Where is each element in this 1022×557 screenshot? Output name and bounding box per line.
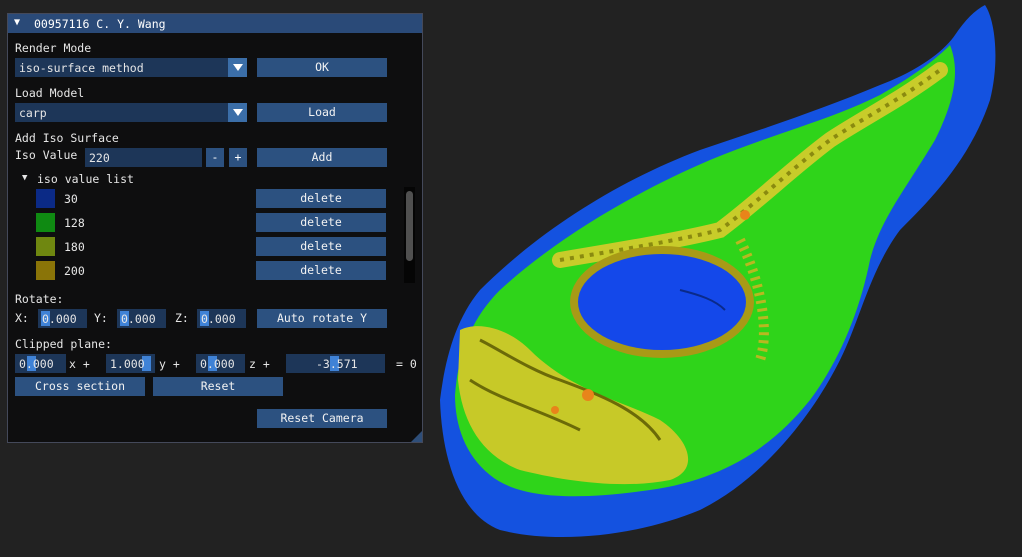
clip-b-value: 1.000 (110, 357, 145, 371)
reset-button[interactable]: Reset (153, 377, 283, 396)
iso-list-value: 30 (64, 192, 78, 206)
clip-c-value: 0.000 (200, 357, 235, 371)
clip-a-input[interactable]: 0.000 (15, 354, 66, 373)
iso-value-text: 220 (89, 151, 110, 165)
clip-y-term: y + (159, 357, 180, 371)
chevron-down-icon[interactable] (228, 103, 247, 122)
model-select[interactable]: carp (15, 103, 247, 122)
add-iso-surface-label: Add Iso Surface (15, 131, 119, 145)
rotate-y-value: 0.000 (121, 312, 156, 326)
orange-spot-2 (551, 406, 559, 414)
rotate-z-input[interactable]: 0.000 (197, 309, 246, 328)
collapse-triangle-icon[interactable]: ▼ (14, 17, 20, 28)
delete-button[interactable]: delete (256, 237, 386, 256)
clip-d-value: -3.571 (316, 357, 358, 371)
tree-expand-icon[interactable]: ▼ (22, 173, 27, 183)
load-button[interactable]: Load (257, 103, 387, 122)
clip-c-input[interactable]: 0.000 (196, 354, 245, 373)
iso-list-header[interactable]: iso value list (37, 172, 134, 186)
auto-rotate-y-button[interactable]: Auto rotate Y (257, 309, 387, 328)
ok-button[interactable]: OK (257, 58, 387, 77)
clip-z-term: z + (249, 357, 270, 371)
model-select-value: carp (19, 106, 47, 120)
rotate-x-label: X: (15, 311, 29, 325)
iso-color-swatch[interactable] (36, 261, 55, 280)
iso-color-swatch[interactable] (36, 213, 55, 232)
iso-decrement-button[interactable]: - (206, 148, 224, 167)
render-mode-value: iso-surface method (19, 61, 144, 75)
rotate-z-label: Z: (175, 311, 189, 325)
chevron-down-icon[interactable] (228, 58, 247, 77)
rotate-x-value: 0.000 (42, 312, 77, 326)
clipped-plane-label: Clipped plane: (15, 337, 112, 351)
control-panel-window: ▼ 00957116 C. Y. Wang Render Mode iso-su… (7, 13, 423, 443)
render-mode-select[interactable]: iso-surface method (15, 58, 247, 77)
iso-increment-button[interactable]: + (229, 148, 247, 167)
rotate-y-input[interactable]: 0.000 (117, 309, 166, 328)
resize-grip-icon[interactable] (411, 431, 422, 442)
render-mode-label: Render Mode (15, 41, 92, 55)
delete-button[interactable]: delete (256, 261, 386, 280)
clip-equals-zero: = 0 (396, 357, 417, 371)
iso-list-value: 128 (64, 216, 85, 230)
clip-d-input[interactable]: -3.571 (286, 354, 385, 373)
iso-value-label: Iso Value (15, 148, 78, 162)
iso-list-value: 200 (64, 264, 85, 278)
rotate-z-value: 0.000 (201, 312, 236, 326)
iso-value-input[interactable]: 220 (85, 148, 202, 167)
reset-camera-button[interactable]: Reset Camera (257, 409, 387, 428)
delete-button[interactable]: delete (256, 213, 386, 232)
rotate-label: Rotate: (15, 292, 64, 306)
scrollbar-thumb[interactable] (406, 191, 413, 261)
window-title: 00957116 C. Y. Wang (34, 17, 166, 31)
iso-color-swatch[interactable] (36, 189, 55, 208)
cross-section-button[interactable]: Cross section (15, 377, 145, 396)
rotate-x-input[interactable]: 0.000 (38, 309, 87, 328)
clip-x-term: x + (69, 357, 90, 371)
orange-spot-3 (740, 210, 750, 220)
delete-button[interactable]: delete (256, 189, 386, 208)
orange-spot (582, 389, 594, 401)
window-title-bar[interactable]: ▼ 00957116 C. Y. Wang (8, 14, 422, 33)
clip-a-value: 0.000 (19, 357, 54, 371)
carp-isosurface-render[interactable] (430, 0, 1022, 557)
swim-bladder (578, 254, 746, 350)
add-iso-button[interactable]: Add (257, 148, 387, 167)
iso-list-scrollbar[interactable] (404, 187, 415, 283)
clip-b-input[interactable]: 1.000 (106, 354, 155, 373)
iso-color-swatch[interactable] (36, 237, 55, 256)
rotate-y-label: Y: (94, 311, 108, 325)
iso-list-value: 180 (64, 240, 85, 254)
load-model-label: Load Model (15, 86, 85, 100)
